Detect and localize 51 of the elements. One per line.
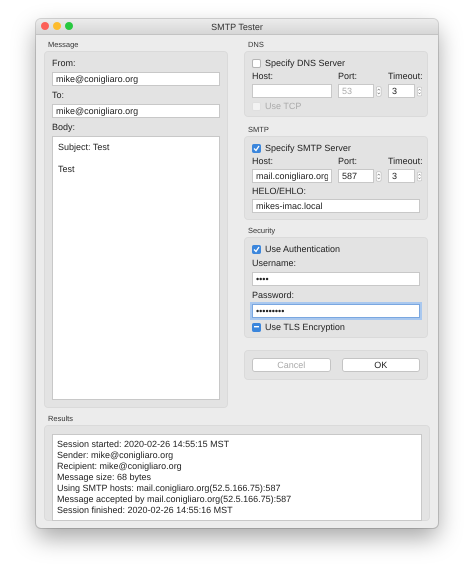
field-label: Host: (252, 71, 274, 81)
field-label: To: (52, 90, 66, 100)
checkmark-icon (253, 246, 260, 252)
zoom-button[interactable] (65, 22, 73, 30)
port-field[interactable]: 587 (338, 169, 374, 183)
field-label: Port: (338, 156, 358, 166)
stepper-icon[interactable] (416, 84, 422, 98)
helo-field[interactable]: mikes-imac.local (252, 199, 420, 213)
checkbox-label: Specify DNS Server (265, 58, 346, 68)
field-label: Body: (52, 122, 76, 132)
checkbox[interactable] (252, 322, 261, 332)
log-line: Session finished: 2020-02-26 14:55:16 MST (57, 505, 234, 516)
log-line: Message accepted by mail.conigliaro.org(52.5.166.75):587 (57, 494, 292, 505)
field-label: Username: (252, 258, 298, 268)
field-label: Password: (252, 290, 296, 300)
checkbox[interactable] (252, 244, 261, 254)
host-field[interactable] (252, 84, 332, 98)
field-label: Timeout: (388, 71, 422, 81)
password-field[interactable]: ••••••••• (252, 304, 420, 318)
checkbox[interactable] (252, 58, 261, 68)
checkmark-icon (253, 144, 260, 152)
from-field[interactable]: mike@conigliaro.org (52, 72, 220, 86)
log-line: Recipient: mike@conigliaro.org (57, 461, 183, 472)
field-label: Port: (338, 71, 358, 81)
dialog-button[interactable]: OK (342, 358, 420, 372)
field-label: Host: (252, 156, 274, 166)
checkbox-label: Use TLS Encryption (265, 322, 345, 332)
stepper-icon[interactable] (376, 170, 382, 182)
log-line: Using SMTP hosts: mail.conigliaro.org(52.5.166.75):587 (57, 483, 282, 494)
log-line: Session started: 2020-02-26 14:55:15 MST (57, 439, 230, 450)
body-field[interactable]: Subject: Test Test (52, 136, 220, 400)
dash-icon (254, 326, 259, 328)
checkbox-label: Use Authentication (265, 244, 340, 254)
close-button[interactable] (41, 22, 49, 30)
checkbox-label: Use TCP (265, 101, 302, 111)
body-line: Test (58, 164, 76, 175)
username-field[interactable]: •••• (252, 272, 420, 286)
timeout-field[interactable]: 3 (388, 169, 415, 183)
stepper-icon[interactable] (376, 84, 382, 98)
field-label: From: (52, 58, 76, 68)
checkbox[interactable] (252, 144, 261, 152)
checkbox-label: Specify SMTP Server (265, 143, 351, 153)
log-line: Sender: mike@conigliaro.org (57, 450, 174, 461)
stepper-icon[interactable] (416, 170, 422, 182)
body-line: Subject: Test (58, 142, 110, 153)
timeout-field[interactable]: 3 (388, 84, 415, 98)
to-field[interactable]: mike@conigliaro.org (52, 104, 220, 118)
field-label: HELO/EHLO: (252, 186, 308, 196)
log-line: Message size: 68 bytes (57, 472, 152, 483)
window-title: SMTP Tester (211, 22, 263, 32)
field-label: Timeout: (388, 156, 422, 166)
